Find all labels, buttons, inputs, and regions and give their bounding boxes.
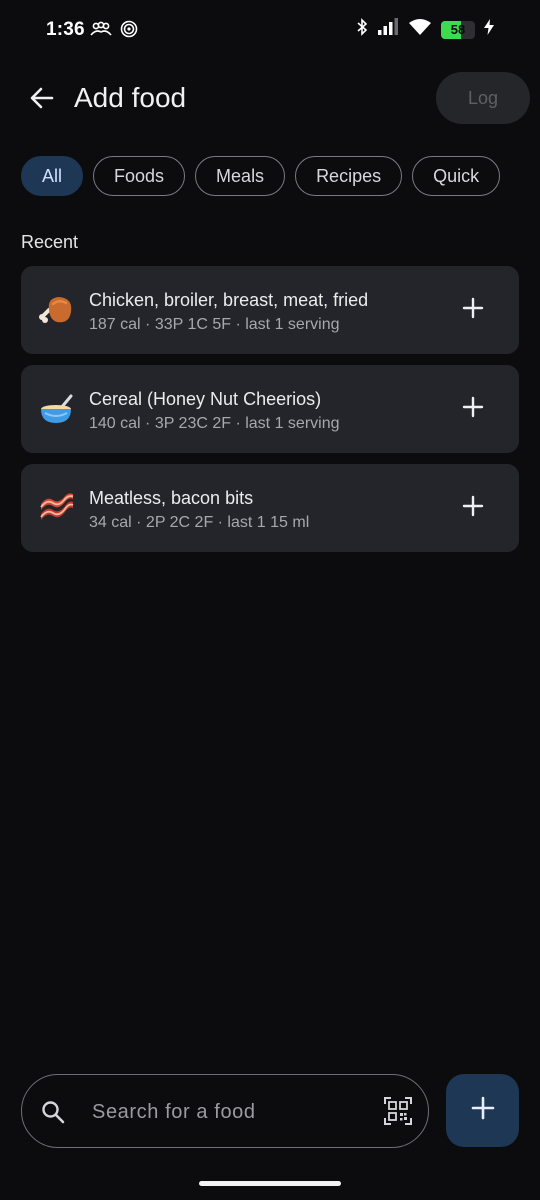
- tab-recipes[interactable]: Recipes: [295, 156, 403, 196]
- add-food-button[interactable]: [457, 393, 489, 425]
- back-button[interactable]: [22, 80, 62, 120]
- tab-foods[interactable]: Foods: [93, 156, 186, 196]
- recent-food-list: Chicken, broiler, breast, meat, fried 18…: [21, 266, 519, 563]
- add-food-button[interactable]: [457, 294, 489, 326]
- bowl-with-spoon-icon: [37, 389, 77, 429]
- search-input[interactable]: [90, 1095, 374, 1129]
- plus-icon: [462, 396, 484, 423]
- food-nutrition-summary: 140 cal · 3P 23C 2F · last 1 serving: [89, 415, 340, 432]
- food-nutrition-summary: 187 cal · 33P 1C 5F · last 1 serving: [89, 316, 340, 333]
- status-time: 1:36: [46, 19, 85, 40]
- home-indicator[interactable]: [199, 1181, 341, 1186]
- plus-icon: [471, 1096, 495, 1125]
- signal-icon: [377, 18, 399, 41]
- create-food-button[interactable]: [446, 1074, 519, 1147]
- food-name: Chicken, broiler, breast, meat, fried: [89, 290, 369, 310]
- charging-icon: [484, 19, 494, 40]
- tab-all[interactable]: All: [21, 156, 84, 196]
- list-item[interactable]: Cereal (Honey Nut Cheerios) 140 cal · 3P…: [21, 365, 519, 453]
- bacon-icon: [37, 488, 77, 528]
- target-icon: [120, 20, 138, 43]
- tab-meals[interactable]: Meals: [195, 156, 286, 196]
- battery-icon: 58: [441, 20, 475, 39]
- bluetooth-icon: [356, 18, 368, 41]
- page-title: Add food: [74, 82, 187, 113]
- plus-icon: [462, 495, 484, 522]
- log-button[interactable]: Log: [436, 72, 530, 124]
- qr-code-scanner-icon[interactable]: [384, 1097, 412, 1130]
- search-icon: [40, 1099, 66, 1130]
- poultry-leg-icon: [37, 290, 77, 330]
- top-app-bar: Add food Log: [0, 62, 540, 134]
- add-food-button[interactable]: [457, 492, 489, 524]
- arrow-back-icon: [29, 85, 55, 116]
- food-name: Cereal (Honey Nut Cheerios): [89, 389, 322, 409]
- search-bar: [21, 1074, 429, 1148]
- food-nutrition-summary: 34 cal · 2P 2C 2F · last 1 15 ml: [89, 514, 310, 531]
- people-icon: [90, 21, 112, 42]
- food-name: Meatless, bacon bits: [89, 488, 254, 508]
- list-item[interactable]: Meatless, bacon bits 34 cal · 2P 2C 2F ·…: [21, 464, 519, 552]
- plus-icon: [462, 297, 484, 324]
- list-item[interactable]: Chicken, broiler, breast, meat, fried 18…: [21, 266, 519, 354]
- section-heading-recent: Recent: [21, 232, 79, 252]
- wifi-icon: [408, 18, 432, 41]
- tab-quick[interactable]: Quick: [412, 156, 501, 196]
- battery-level: 58: [450, 22, 466, 37]
- filter-tabs: All Foods Meals Recipes Quick: [21, 156, 501, 196]
- status-bar: 1:36 58: [0, 0, 540, 62]
